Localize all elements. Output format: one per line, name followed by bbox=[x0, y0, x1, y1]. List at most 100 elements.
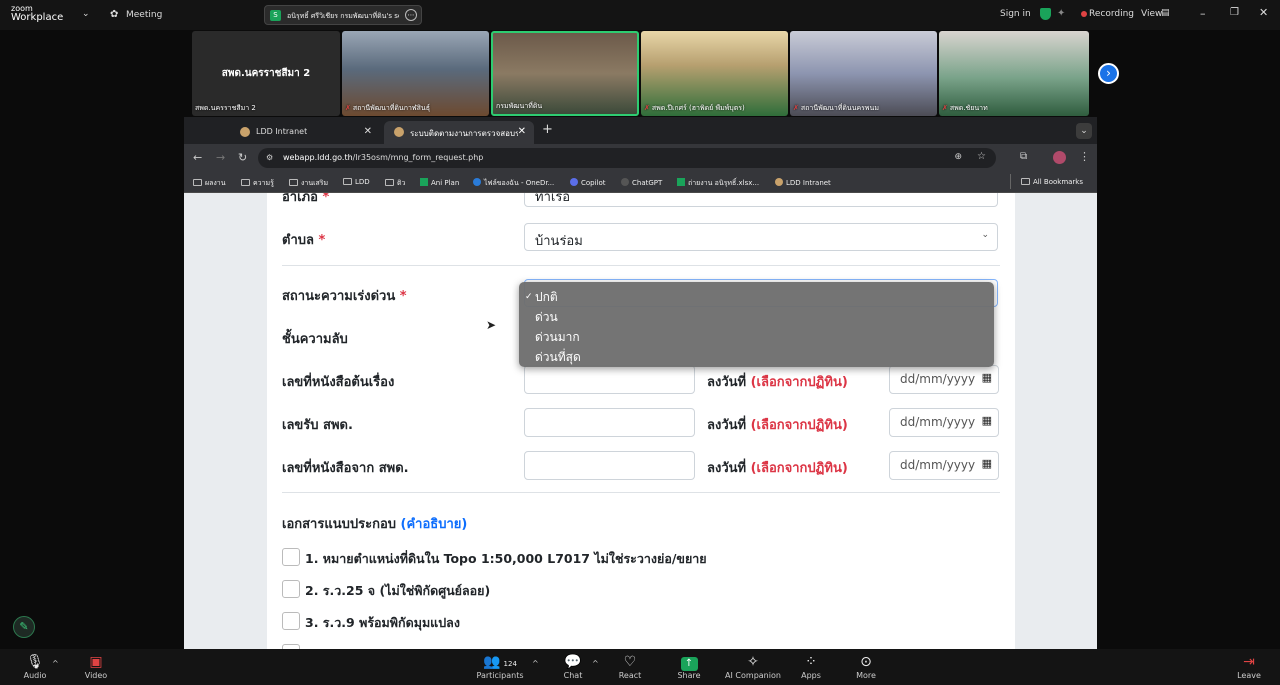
sheet-icon bbox=[677, 178, 685, 186]
bookmark-folder[interactable]: ติว bbox=[385, 178, 405, 189]
from-doc-date-input[interactable]: dd/mm/yyyy ▦ bbox=[889, 451, 999, 480]
bookmark-sheet[interactable]: ถ่ายงาน อนิรุทธิ์.xlsx... bbox=[677, 178, 759, 189]
extensions-icon[interactable]: ⧉ bbox=[1020, 151, 1027, 162]
close-tab-icon[interactable]: ✕ bbox=[518, 126, 526, 137]
chevron-down-icon: ⌄ bbox=[981, 193, 989, 196]
urgency-option[interactable]: ด่วนที่สุด bbox=[535, 348, 581, 367]
folder-icon bbox=[193, 179, 202, 186]
new-tab-icon[interactable]: + bbox=[542, 122, 553, 137]
audio-options-chevron-icon[interactable]: ^ bbox=[52, 659, 59, 668]
bookmark-onedrive[interactable]: ไฟล์ของฉัน - OneDr... bbox=[473, 178, 554, 189]
from-doc-no-label: เลขที่หนังสือจาก สพด. bbox=[282, 461, 409, 476]
view-button[interactable]: View bbox=[1141, 9, 1162, 19]
participants-button[interactable]: 👥 124 Participants bbox=[475, 654, 525, 680]
all-bookmarks[interactable]: All Bookmarks bbox=[1021, 178, 1083, 186]
attachment-checkbox[interactable] bbox=[282, 612, 300, 630]
chat-chevron-icon[interactable]: ^ bbox=[592, 659, 599, 668]
checkmark-icon: ✓ bbox=[525, 292, 533, 302]
amphoe-select[interactable]: ท่าเรือ ⌄ bbox=[524, 193, 998, 207]
share-button[interactable]: ↑ Share bbox=[664, 654, 714, 680]
participant-tile[interactable]: สพด.นครราชสีมา 2 สพด.นครราชสีมา 2 bbox=[192, 31, 340, 116]
sparkle-icon[interactable]: ✦ bbox=[1057, 8, 1065, 19]
bookmark-ani-plan[interactable]: Ani Plan bbox=[420, 178, 459, 187]
tambon-select[interactable]: บ้านร่อม ⌄ bbox=[524, 223, 998, 251]
chevron-down-icon[interactable]: ⌄ bbox=[82, 9, 90, 19]
original-doc-no-input[interactable] bbox=[524, 365, 695, 394]
participant-label: สพด.ปีเกศร์ (ฮาพิดย์ พืมพ์บุตร) bbox=[651, 104, 745, 112]
reload-icon[interactable]: ↻ bbox=[238, 151, 247, 164]
close-icon[interactable]: ✕ bbox=[1259, 6, 1268, 19]
apps-button[interactable]: ⁘ Apps bbox=[786, 654, 836, 680]
minimize-icon[interactable]: – bbox=[1200, 7, 1206, 20]
shield-icon[interactable] bbox=[1040, 8, 1051, 20]
next-page-arrow-icon[interactable]: › bbox=[1098, 63, 1119, 84]
tab-search-icon[interactable]: ⌄ bbox=[1076, 123, 1092, 139]
bookmark-copilot[interactable]: Copilot bbox=[570, 178, 606, 187]
react-label: React bbox=[618, 671, 642, 680]
calendar-icon[interactable]: ▦ bbox=[982, 457, 992, 470]
video-button[interactable]: ▣ Video bbox=[71, 654, 121, 680]
urgency-option[interactable]: ด่วนมาก bbox=[535, 328, 580, 347]
participant-tile-active-speaker[interactable]: กรมพัฒนาที่ดิน bbox=[491, 31, 639, 116]
recording-label[interactable]: Recording bbox=[1089, 9, 1134, 19]
url-field[interactable]: ⚙ webapp.ldd.go.th/lr35osm/mng_form_requ… bbox=[258, 148, 996, 168]
original-doc-date-input[interactable]: dd/mm/yyyy ▦ bbox=[889, 365, 999, 394]
bookmark-folder[interactable]: งานเสริม bbox=[289, 178, 328, 189]
calendar-icon[interactable]: ▦ bbox=[982, 371, 992, 384]
attachment-checkbox[interactable] bbox=[282, 548, 300, 566]
close-tab-icon[interactable]: ✕ bbox=[364, 126, 372, 137]
divider bbox=[282, 265, 1000, 266]
zoom-brand-sub: Workplace bbox=[11, 12, 64, 23]
more-options-icon[interactable]: ⋯ bbox=[405, 9, 417, 21]
urgency-option[interactable]: ด่วน bbox=[535, 308, 558, 327]
participant-tile[interactable]: ✗ สพด.ชัยนาท bbox=[939, 31, 1089, 116]
apps-label: Apps bbox=[801, 671, 821, 680]
forward-icon[interactable]: → bbox=[216, 151, 225, 164]
more-label: More bbox=[856, 671, 876, 680]
from-doc-no-input[interactable] bbox=[524, 451, 695, 480]
receive-no-input[interactable] bbox=[524, 408, 695, 437]
participant-tile[interactable]: ✗ สพด.ปีเกศร์ (ฮาพิดย์ พืมพ์บุตร) bbox=[641, 31, 788, 116]
participant-tile[interactable]: ✗ สถานีพัฒนาที่ดินกาฬสินธุ์ bbox=[342, 31, 489, 116]
apps-icon: ⁘ bbox=[805, 654, 817, 670]
meeting-label[interactable]: Meeting bbox=[126, 10, 162, 20]
attachment-checkbox[interactable] bbox=[282, 580, 300, 598]
react-button[interactable]: ♡ React bbox=[605, 654, 655, 680]
bookmark-label: ไฟล์ของฉัน - OneDr... bbox=[484, 179, 555, 187]
annotate-pencil-icon[interactable]: ✎ bbox=[13, 616, 35, 638]
chat-button[interactable]: 💬 Chat bbox=[548, 654, 598, 680]
tab-ldd-intranet[interactable]: LDD Intranet ✕ bbox=[230, 121, 380, 144]
sign-in-link[interactable]: Sign in bbox=[1000, 9, 1031, 19]
urgency-option[interactable]: ปกติ bbox=[535, 288, 558, 307]
menu-icon[interactable]: ⋮ bbox=[1079, 150, 1090, 163]
bookmark-folder[interactable]: LDD bbox=[343, 178, 370, 186]
attachments-help-link[interactable]: (คำอธิบาย) bbox=[401, 517, 468, 532]
tab-active[interactable]: ระบบติดตามงานการตรวจสอบรา ✕ bbox=[384, 121, 534, 144]
participants-chevron-icon[interactable]: ^ bbox=[532, 659, 539, 668]
urgency-dropdown-menu: ✓ ปกติ ด่วน ด่วนมาก ด่วนที่สุด bbox=[519, 282, 994, 367]
divider bbox=[282, 492, 1000, 493]
participant-label: สถานีพัฒนาที่ดินกาฬสินธุ์ bbox=[352, 104, 430, 112]
more-button[interactable]: ⊙ More bbox=[841, 654, 891, 680]
chat-icon: 💬 bbox=[564, 654, 582, 670]
tambon-label: ตำบล * bbox=[282, 233, 326, 248]
profile-avatar[interactable] bbox=[1053, 151, 1066, 164]
site-info-icon[interactable]: ⚙ bbox=[266, 153, 273, 162]
view-grid-icon[interactable]: ▤ bbox=[1161, 8, 1170, 18]
bookmark-folder[interactable]: ผลงาน bbox=[193, 178, 226, 189]
bookmark-star-icon[interactable]: ☆ bbox=[977, 151, 986, 162]
bookmark-chatgpt[interactable]: ChatGPT bbox=[621, 178, 662, 187]
mic-muted-icon: ✗ bbox=[942, 104, 948, 112]
participant-tile[interactable]: ✗ สถานีพัฒนาที่ดินนครพนม bbox=[790, 31, 937, 116]
bookmark-folder[interactable]: ความรู้ bbox=[241, 178, 274, 189]
restore-icon[interactable]: ❐ bbox=[1230, 7, 1239, 18]
back-icon[interactable]: ← bbox=[193, 151, 202, 164]
bookmark-ldd-intranet[interactable]: LDD Intranet bbox=[775, 178, 831, 187]
ai-companion-button[interactable]: ✧ AI Companion bbox=[718, 654, 788, 680]
zoom-icon[interactable]: ⊕ bbox=[954, 152, 962, 162]
screen-share-indicator[interactable]: S อนิรุทธิ์ ศรีวิเชียร กรมพัฒนาที่ดิน's … bbox=[264, 5, 422, 25]
leave-button[interactable]: ⇥ Leave bbox=[1224, 654, 1274, 680]
amphoe-label: อำเภอ * bbox=[282, 193, 330, 205]
receive-date-input[interactable]: dd/mm/yyyy ▦ bbox=[889, 408, 999, 437]
calendar-icon[interactable]: ▦ bbox=[982, 414, 992, 427]
